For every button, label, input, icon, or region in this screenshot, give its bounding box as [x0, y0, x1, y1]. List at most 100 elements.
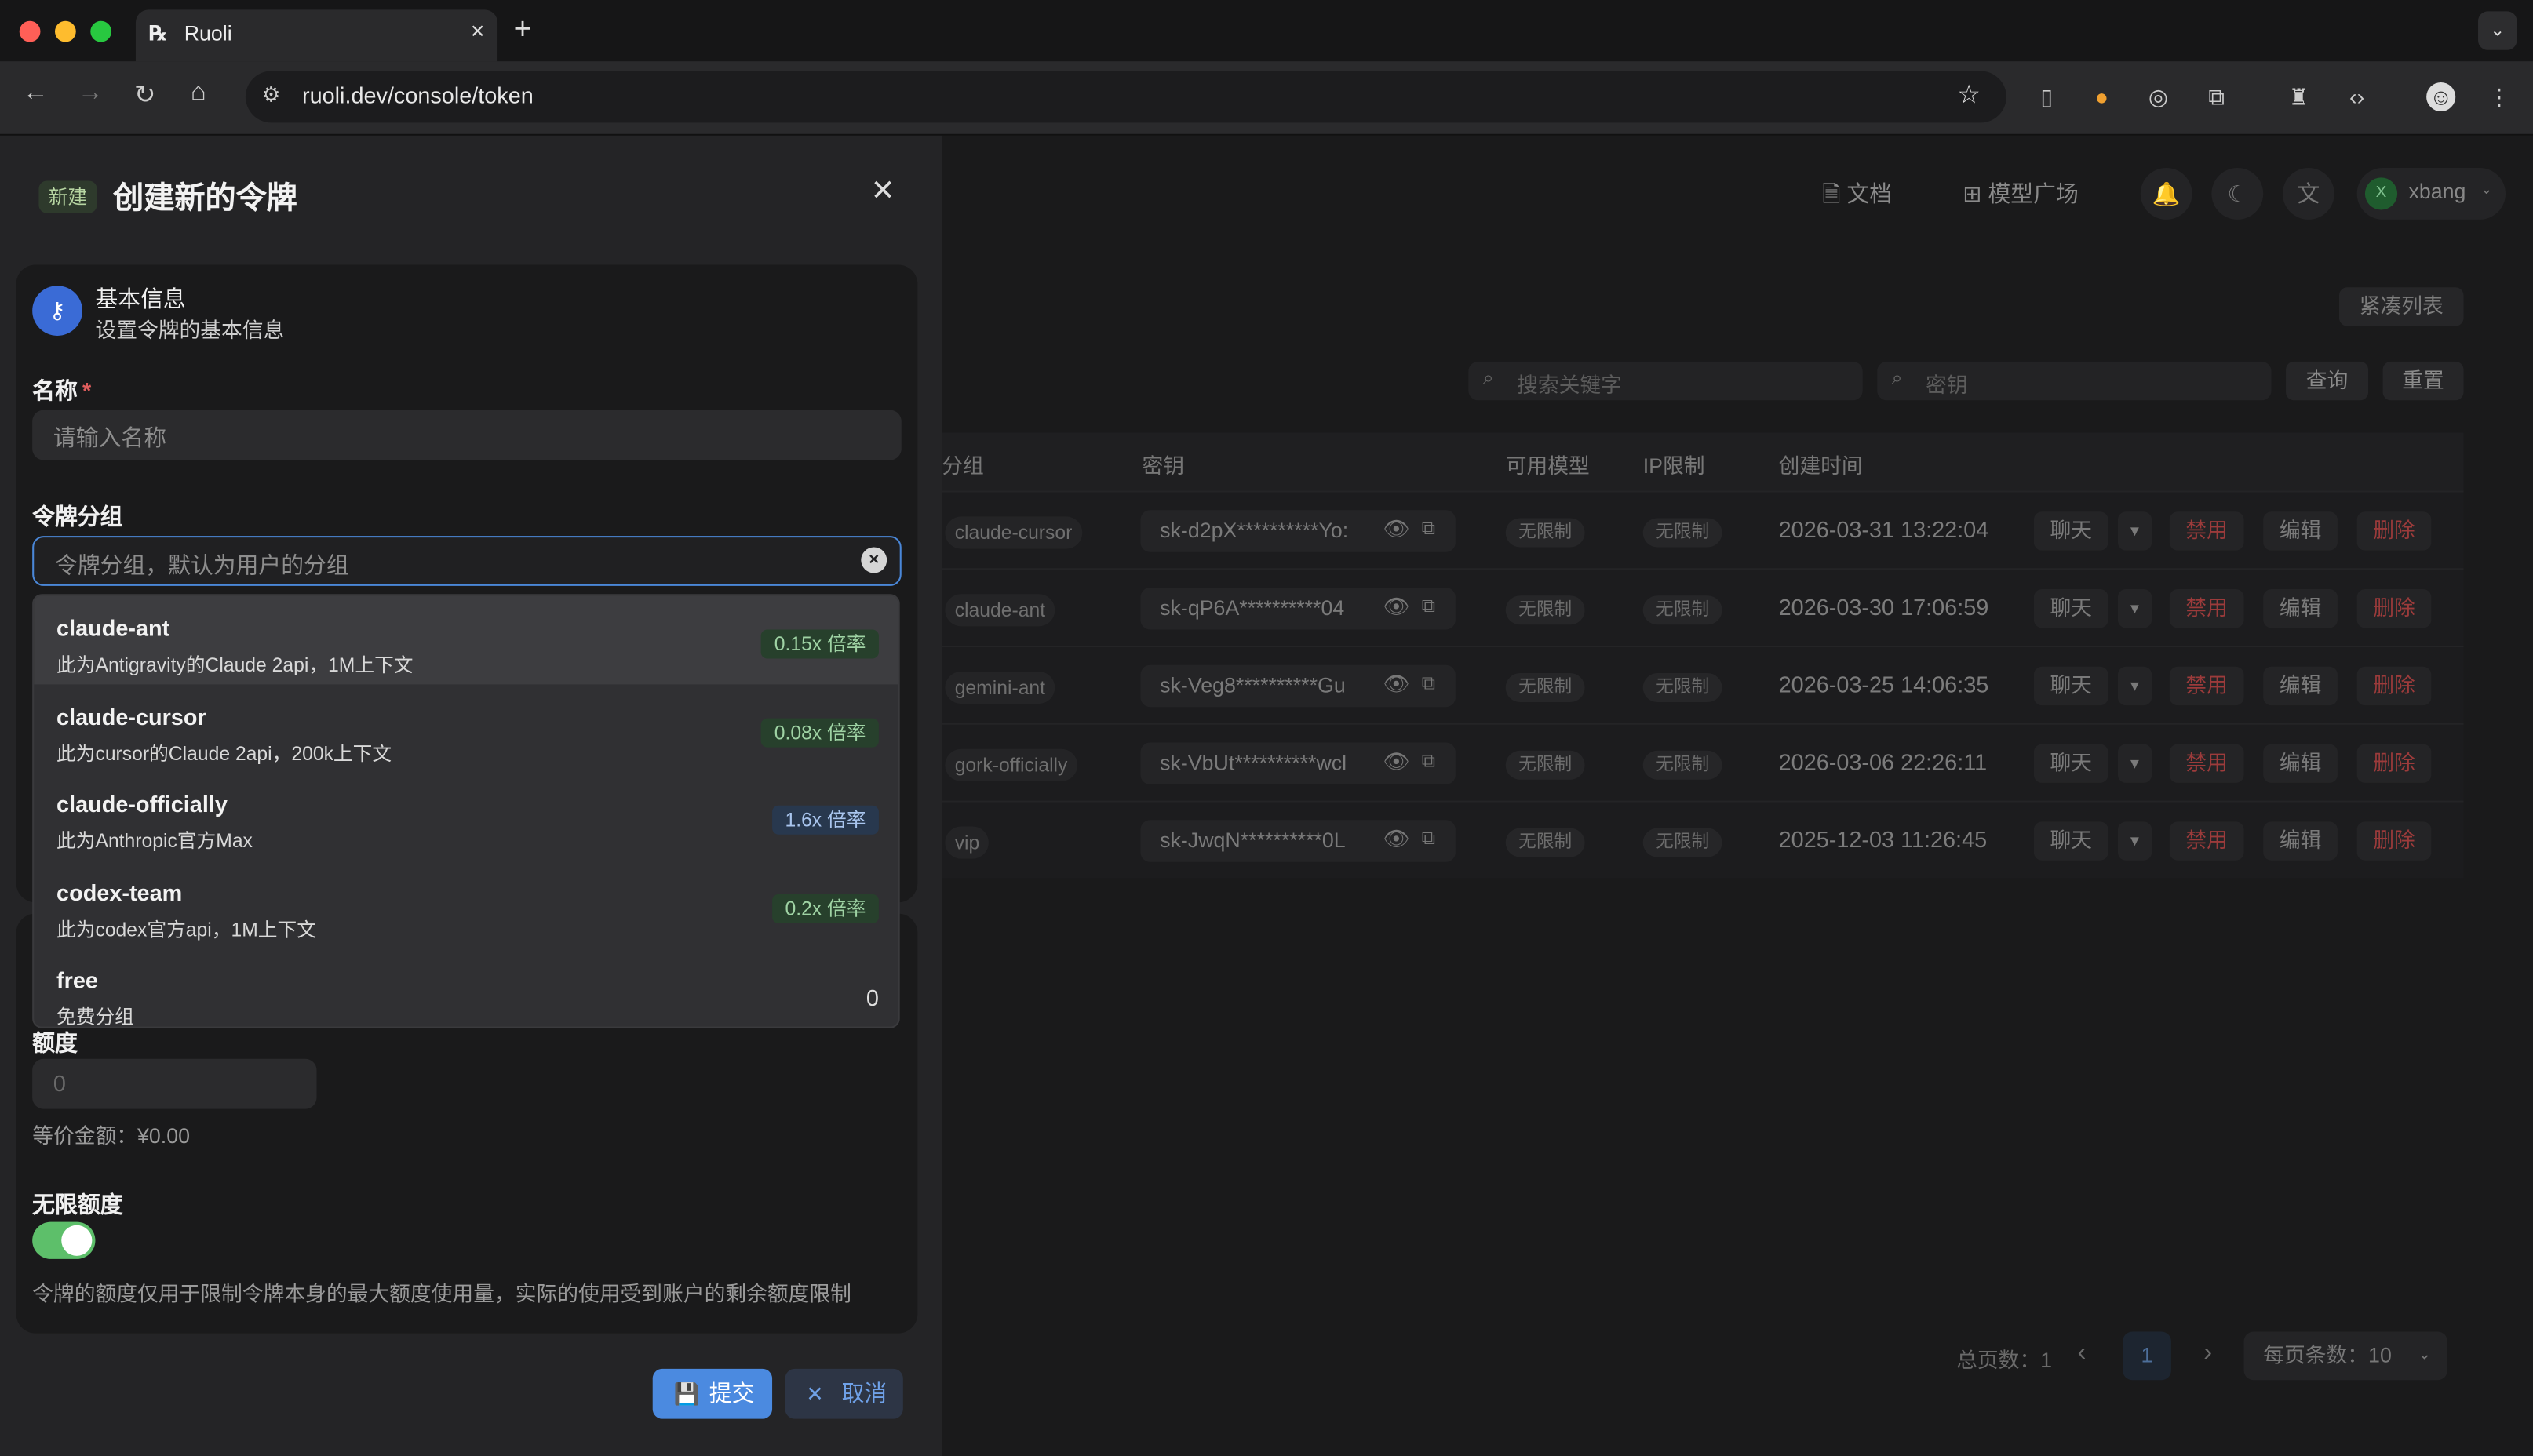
profile-avatar-icon[interactable]: ☺: [2426, 82, 2456, 111]
group-tag: claude-cursor: [945, 516, 1082, 549]
forward-icon[interactable]: →: [78, 79, 104, 108]
edit-button[interactable]: 编辑: [2263, 744, 2338, 783]
chat-button[interactable]: 聊天: [2033, 821, 2108, 861]
masked-key: sk-VbUt**********wcl: [1160, 750, 1347, 775]
timer-extension-icon[interactable]: ●: [2087, 82, 2116, 111]
disable-button[interactable]: 禁用: [2169, 744, 2244, 783]
edit-button[interactable]: 编辑: [2263, 511, 2338, 551]
dark-mode-moon-icon[interactable]: ☾: [2211, 167, 2264, 220]
document-icon: 🗎: [1822, 180, 1841, 207]
home-icon[interactable]: ⌂: [191, 79, 206, 108]
table-header: 分组 密钥 可用模型 IP限制 创建时间: [942, 432, 2464, 491]
prev-page-icon[interactable]: ‹: [2077, 1340, 2086, 1369]
group-tag: claude-ant: [945, 594, 1055, 627]
quota-input[interactable]: 0: [32, 1058, 317, 1109]
edit-button[interactable]: 编辑: [2263, 666, 2338, 706]
created-time: 2026-03-25 14:06:35: [1778, 671, 1989, 697]
chevron-down-icon[interactable]: ▼: [2117, 744, 2152, 783]
disable-button[interactable]: 禁用: [2169, 589, 2244, 628]
site-settings-icon[interactable]: ⚙: [262, 82, 281, 108]
eye-icon[interactable]: 👁: [1383, 516, 1409, 542]
chevron-down-icon[interactable]: ▼: [2117, 666, 2152, 706]
reset-button[interactable]: 重置: [2382, 361, 2464, 401]
group-option-claude-ant[interactable]: claude-ant 此为Antigravity的Claude 2api，1M上下…: [34, 595, 898, 685]
address-bar[interactable]: ⚙ ruoli.dev/console/token ☆: [245, 71, 2006, 123]
maximize-window-button[interactable]: [90, 20, 112, 42]
models-pill: 无限制: [1505, 595, 1585, 625]
name-input[interactable]: 请输入名称: [32, 410, 902, 460]
header-ip-limit: IP限制: [1642, 453, 1705, 479]
chevron-down-icon[interactable]: ▼: [2117, 511, 2152, 551]
models-pill: 无限制: [1505, 750, 1585, 780]
page-button-current[interactable]: 1: [2123, 1331, 2171, 1381]
group-option-free[interactable]: free 免费分组 0: [34, 948, 898, 1027]
user-menu[interactable]: X xbang ⌄: [2356, 167, 2506, 220]
chat-button[interactable]: 聊天: [2033, 511, 2108, 551]
bookmarks-icon[interactable]: ▯: [2032, 82, 2061, 111]
clear-icon[interactable]: ×: [861, 547, 887, 573]
save-icon: 💾: [673, 1381, 700, 1407]
query-button[interactable]: 查询: [2286, 361, 2369, 401]
submit-button[interactable]: 💾 提交: [652, 1368, 773, 1419]
edit-button[interactable]: 编辑: [2263, 589, 2338, 628]
chevron-down-icon[interactable]: ▼: [2117, 589, 2152, 628]
disable-button[interactable]: 禁用: [2169, 821, 2244, 861]
copy-icon[interactable]: ⧉: [1422, 826, 1436, 850]
devtools-icon[interactable]: ‹›: [2342, 82, 2371, 111]
chat-button[interactable]: 聊天: [2033, 666, 2108, 706]
close-icon[interactable]: ✕: [871, 174, 895, 208]
notifications-bell-icon[interactable]: 🔔: [2140, 167, 2192, 220]
chat-button[interactable]: 聊天: [2033, 744, 2108, 783]
page-size-label: 每页条数：10: [2263, 1342, 2392, 1367]
delete-button[interactable]: 删除: [2356, 821, 2432, 861]
copy-icon[interactable]: ⧉: [1422, 516, 1436, 541]
docs-nav-link[interactable]: 🗎 文档: [1822, 177, 1892, 216]
group-rate-badge: 0.08x 倍率: [761, 717, 879, 747]
search-icon: ⌕: [1482, 366, 1494, 389]
tab-title: Ruoli: [184, 20, 232, 46]
close-tab-icon[interactable]: ×: [471, 18, 485, 46]
group-option-codex-team[interactable]: codex-team 此为codex官方api，1M上下文 0.2x 倍率: [34, 860, 898, 948]
back-icon[interactable]: ←: [23, 79, 49, 108]
page-size-select[interactable]: 每页条数：10 ⌄: [2243, 1331, 2447, 1381]
minimize-window-button[interactable]: [54, 20, 76, 42]
key-search-input[interactable]: ⌕ 密钥: [1877, 361, 2272, 401]
edit-button[interactable]: 编辑: [2263, 821, 2338, 861]
group-option-claude-cursor[interactable]: claude-cursor 此为cursor的Claude 2api，200k上下…: [34, 683, 898, 772]
group-option-claude-officially[interactable]: claude-officially 此为Anthropic官方Max 1.6x 倍率: [34, 772, 898, 861]
delete-button[interactable]: 删除: [2356, 744, 2432, 783]
new-tab-button[interactable]: +: [514, 13, 532, 48]
quota-placeholder: 0: [53, 1070, 66, 1097]
copy-icon[interactable]: ⧉: [1422, 749, 1436, 774]
keyword-search-input[interactable]: ⌕ 搜索关键字: [1468, 361, 1863, 401]
cancel-button[interactable]: ✕ 取消: [785, 1368, 903, 1419]
next-page-icon[interactable]: ›: [2203, 1340, 2212, 1369]
browser-menu-icon[interactable]: ⋮: [2484, 82, 2513, 111]
chevron-down-icon[interactable]: ▼: [2117, 821, 2152, 861]
eye-icon[interactable]: 👁: [1383, 749, 1409, 775]
disable-button[interactable]: 禁用: [2169, 666, 2244, 706]
model-plaza-nav-link[interactable]: ⊞ 模型广场: [1963, 177, 2078, 209]
eye-icon[interactable]: 👁: [1383, 826, 1409, 852]
tab-search-button[interactable]: ⌄: [2478, 11, 2517, 50]
delete-button[interactable]: 删除: [2356, 511, 2432, 551]
chat-button[interactable]: 聊天: [2033, 589, 2108, 628]
delete-button[interactable]: 删除: [2356, 666, 2432, 706]
bookmark-star-icon[interactable]: ☆: [1957, 79, 1981, 111]
token-group-select[interactable]: 令牌分组，默认为用户的分组 ×: [32, 536, 902, 586]
copy-icon[interactable]: ⧉: [1422, 672, 1436, 696]
disable-button[interactable]: 禁用: [2169, 511, 2244, 551]
incognito-icon[interactable]: ♜: [2284, 82, 2313, 111]
close-window-button[interactable]: [19, 20, 41, 42]
copy-icon[interactable]: ⧉: [1422, 594, 1436, 618]
unlimited-quota-toggle[interactable]: [32, 1221, 96, 1259]
eye-icon[interactable]: 👁: [1383, 594, 1409, 620]
browser-tab[interactable]: ℞ Ruoli ×: [135, 9, 498, 62]
extensions-icon[interactable]: ⧉: [2202, 82, 2231, 111]
eye-icon[interactable]: 👁: [1383, 672, 1409, 697]
glasses-extension-icon[interactable]: ◎: [2144, 82, 2173, 111]
delete-button[interactable]: 删除: [2356, 589, 2432, 628]
reload-icon[interactable]: ↻: [134, 79, 156, 111]
compact-list-toggle[interactable]: 紧凑列表: [2338, 287, 2464, 326]
language-translate-icon[interactable]: 文: [2282, 167, 2334, 220]
